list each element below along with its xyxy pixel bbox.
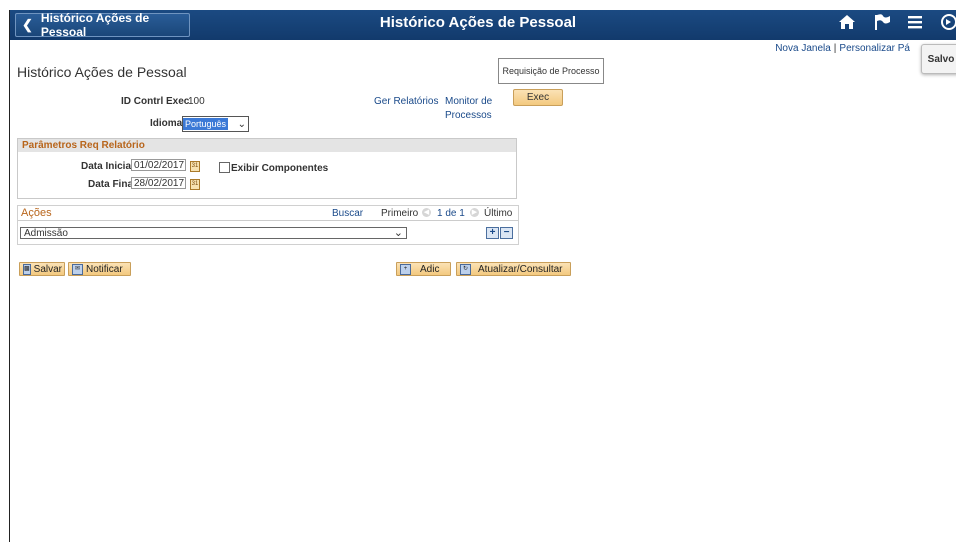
notify-button-label: Notificar	[86, 263, 123, 275]
page-frame	[9, 10, 956, 542]
start-date-label: Data Inicial	[81, 161, 134, 172]
acao-select[interactable]: Admissão ⌄	[20, 227, 407, 239]
first-label: Primeiro	[381, 208, 419, 219]
notify-button[interactable]: ✉ Notificar	[68, 262, 131, 276]
previous-arrow-icon[interactable]: ◀	[422, 208, 431, 217]
flag-icon[interactable]	[873, 13, 891, 36]
header-title: Histórico Ações de Pessoal	[379, 14, 577, 31]
run-control-value: 100	[188, 96, 205, 107]
add-button-label: Adic	[420, 263, 440, 275]
process-monitor-link-line2[interactable]: Processos	[445, 110, 492, 121]
show-components-label: Exibir Componentes	[231, 163, 329, 174]
save-icon: ▩	[23, 263, 31, 275]
last-label: Último	[484, 208, 513, 219]
notify-icon: ✉	[72, 263, 83, 275]
start-date-input[interactable]: 01/02/2017	[131, 159, 186, 171]
end-date-label: Data Final	[88, 179, 136, 190]
top-links: Nova Janela | Personalizar Pá	[775, 43, 910, 54]
next-arrow-icon[interactable]: ▶	[470, 208, 479, 217]
chevron-down-icon: ⌄	[237, 118, 246, 130]
row-count: 1 de 1	[437, 208, 465, 219]
add-button[interactable]: + Adic	[396, 262, 451, 276]
menu-icon[interactable]	[907, 13, 923, 36]
chevron-down-icon: ⌄	[393, 227, 403, 239]
process-request-button[interactable]: Requisição de Processo	[498, 58, 604, 84]
add-icon: +	[400, 263, 411, 275]
new-window-link[interactable]: Nova Janela	[775, 43, 831, 54]
idioma-value: Português	[183, 118, 229, 130]
process-monitor-link-line1[interactable]: Monitor de	[445, 96, 492, 107]
run-control-label: ID Contrl Exec	[121, 96, 190, 107]
home-icon[interactable]	[838, 13, 856, 36]
update-display-icon: ↻	[460, 263, 471, 275]
acao-select-value: Admissão	[24, 228, 68, 239]
update-display-button[interactable]: ↻ Atualizar/Consultar	[456, 262, 571, 276]
end-date-input[interactable]: 28/02/2017	[131, 177, 186, 189]
add-row-button[interactable]: +	[486, 227, 499, 239]
page-title: Histórico Ações de Pessoal	[17, 64, 187, 80]
update-display-button-label: Atualizar/Consultar	[478, 263, 563, 275]
navbar-icon[interactable]	[940, 13, 956, 36]
idioma-label: Idioma	[150, 118, 183, 129]
exec-button[interactable]: Exec	[513, 89, 563, 106]
report-manager-link[interactable]: Ger Relatórios	[374, 96, 438, 107]
save-button[interactable]: ▩ Salvar	[19, 262, 65, 276]
idioma-select[interactable]: Português ⌄	[182, 116, 249, 132]
delete-row-button[interactable]: −	[500, 227, 513, 239]
calendar-icon[interactable]: 31	[190, 161, 200, 172]
save-button-label: Salvar	[33, 263, 63, 275]
show-components-checkbox[interactable]	[219, 162, 230, 173]
personalize-page-link[interactable]: Personalizar Pá	[839, 43, 910, 54]
acoes-title: Ações	[21, 207, 52, 219]
saved-notice: Salvo	[921, 44, 956, 74]
search-link[interactable]: Buscar	[332, 208, 363, 219]
report-params-header: Parâmetros Req Relatório	[18, 139, 516, 152]
link-separator: |	[833, 43, 837, 54]
calendar-icon[interactable]: 31	[190, 179, 200, 190]
